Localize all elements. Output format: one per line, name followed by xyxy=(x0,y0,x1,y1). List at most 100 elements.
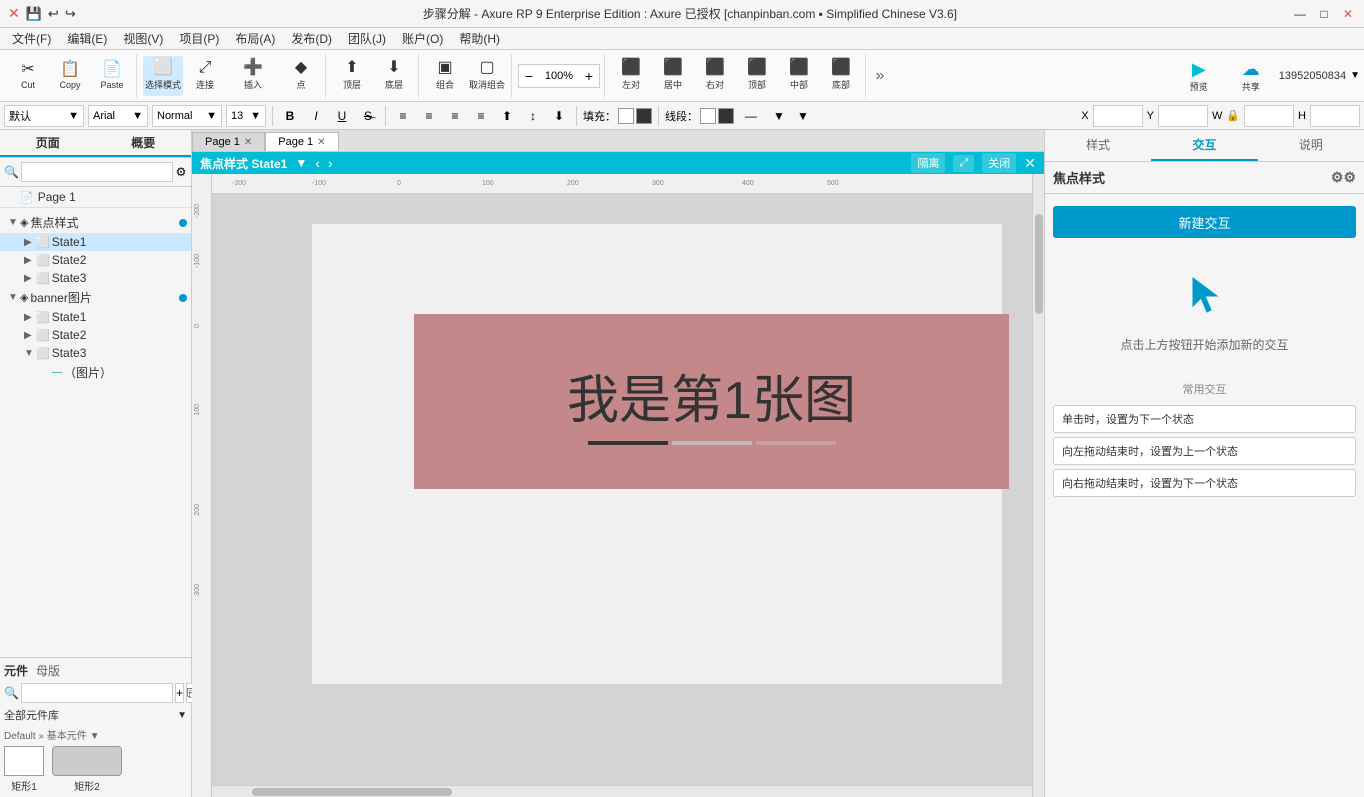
strike-button[interactable]: S̶ xyxy=(357,105,379,127)
text-align-center-button[interactable]: ≡ xyxy=(418,105,440,127)
canvas-tab-close-1[interactable]: ✕ xyxy=(244,137,252,148)
text-align-left-button[interactable]: ≡ xyxy=(392,105,414,127)
canvas-vscroll-thumb[interactable] xyxy=(1035,214,1043,314)
menu-publish[interactable]: 发布(D) xyxy=(283,28,340,49)
left-search-input[interactable] xyxy=(21,162,173,182)
banner-widget[interactable]: 我是第1张图 xyxy=(414,314,1009,489)
canvas-tab-close-2[interactable]: ✕ xyxy=(317,137,325,148)
line-weight-button[interactable]: ▼ xyxy=(768,105,790,127)
ungroup-button[interactable]: ▢ 取消组合 xyxy=(467,56,507,96)
text-valign-middle-button[interactable]: ↕ xyxy=(522,105,544,127)
tree-image-item[interactable]: — （图片） xyxy=(0,362,191,383)
canvas-hscrollbar[interactable] xyxy=(212,785,1032,797)
share-button[interactable]: ☁ 共享 xyxy=(1227,54,1275,98)
comp-library-arrow[interactable]: ▼ xyxy=(177,710,187,721)
y-input[interactable] xyxy=(1158,105,1208,127)
align-top-button[interactable]: ⬛ 顶部 xyxy=(737,56,777,96)
bottom-layer-button[interactable]: ⬇ 底层 xyxy=(374,56,414,96)
menu-account[interactable]: 账户(O) xyxy=(394,28,451,49)
fill-color-box2[interactable] xyxy=(636,108,652,124)
tree-group-banner[interactable]: ▼ ◈ banner图片 xyxy=(0,287,191,308)
menu-layout[interactable]: 布局(A) xyxy=(227,28,283,49)
tab-style[interactable]: 样式 xyxy=(1045,130,1151,161)
tree-banner-state1[interactable]: ▶ ⬜ State1 xyxy=(0,308,191,326)
insert-button[interactable]: ➕ 插入 xyxy=(227,56,279,96)
x-input[interactable] xyxy=(1093,105,1143,127)
comp-item-rect1[interactable]: 矩形1 xyxy=(4,746,44,793)
menu-view[interactable]: 视图(V) xyxy=(115,28,171,49)
menu-team[interactable]: 团队(J) xyxy=(340,28,394,49)
menu-project[interactable]: 项目(P) xyxy=(171,28,227,49)
point-button[interactable]: ◆ 点 xyxy=(281,56,321,96)
group-button[interactable]: ▣ 组合 xyxy=(425,56,465,96)
align-center-button[interactable]: ⬛ 居中 xyxy=(653,56,693,96)
style-dropdown[interactable]: 默认 ▼ xyxy=(4,105,84,127)
phone-dropdown-icon[interactable]: ▼ xyxy=(1350,70,1360,81)
maximize-button[interactable]: □ xyxy=(1316,6,1332,22)
tree-group-focal-style[interactable]: ▼ ◈ 焦点样式 xyxy=(0,212,191,233)
zoom-out-button[interactable]: − xyxy=(519,64,539,88)
canvas-header-dropdown-arrow[interactable]: ▼ xyxy=(295,156,307,170)
close-component-button[interactable]: 关闭 xyxy=(982,153,1016,173)
font-family-dropdown[interactable]: Arial ▼ xyxy=(88,105,148,127)
tree-banner-state2[interactable]: ▶ ⬜ State2 xyxy=(0,326,191,344)
save-icon[interactable]: 💾 xyxy=(26,6,42,22)
comp-add-button[interactable]: + xyxy=(175,683,184,703)
filter-icon[interactable]: ⚙ xyxy=(175,162,187,182)
comp-search-input[interactable] xyxy=(21,683,173,703)
bold-button[interactable]: B xyxy=(279,105,301,127)
tab-notes[interactable]: 说明 xyxy=(1258,130,1364,161)
redo-icon[interactable]: ↪ xyxy=(65,6,76,22)
preview-button[interactable]: ▶ 预览 xyxy=(1175,54,1223,98)
isolate-button[interactable]: 隔离 xyxy=(911,153,945,173)
tab-pages[interactable]: 页面 xyxy=(0,130,96,157)
comp-tab-widgets[interactable]: 元件 xyxy=(4,662,28,679)
undo-icon[interactable]: ↩ xyxy=(48,6,59,22)
window-close-button[interactable]: ✕ xyxy=(1340,6,1356,22)
paste-button[interactable]: 📄 Paste xyxy=(92,56,132,96)
interaction-item-2[interactable]: 向左拖动结束时，设置为上一个状态 xyxy=(1053,437,1356,465)
cut-button[interactable]: ✂ Cut xyxy=(8,56,48,96)
canvas-header-nav-right[interactable]: › xyxy=(328,155,333,171)
text-align-justify-button[interactable]: ≡ xyxy=(470,105,492,127)
canvas-header-close-icon[interactable]: ✕ xyxy=(1024,155,1036,172)
tab-outline[interactable]: 概要 xyxy=(96,130,192,157)
canvas-vscrollbar[interactable] xyxy=(1032,174,1044,797)
align-left-button[interactable]: ⬛ 左对 xyxy=(611,56,651,96)
canvas-content[interactable]: 我是第1张图 xyxy=(212,194,1032,785)
italic-button[interactable]: I xyxy=(305,105,327,127)
canvas-tab-page1-first[interactable]: Page 1 ✕ xyxy=(192,132,265,151)
copy-button[interactable]: 📋 Copy xyxy=(50,56,90,96)
canvas-header-nav-left[interactable]: ‹ xyxy=(315,155,320,171)
tree-banner-state3[interactable]: ▼ ⬜ State3 xyxy=(0,344,191,362)
settings-icon[interactable]: ⚙⚙ xyxy=(1331,169,1356,186)
tree-state1-focal[interactable]: ▶ ⬜ State1 xyxy=(0,233,191,251)
tab-interaction[interactable]: 交互 xyxy=(1151,130,1257,161)
menu-help[interactable]: 帮助(H) xyxy=(451,28,508,49)
align-right-button[interactable]: ⬛ 右对 xyxy=(695,56,735,96)
interaction-item-3[interactable]: 向右拖动结束时，设置为下一个状态 xyxy=(1053,469,1356,497)
close-icon[interactable]: ✕ xyxy=(8,5,20,22)
zoom-in-button[interactable]: + xyxy=(579,64,599,88)
text-style-dropdown[interactable]: Normal ▼ xyxy=(152,105,222,127)
more-toolbar-button[interactable]: » xyxy=(868,64,892,88)
tree-state3-focal[interactable]: ▶ ⬜ State3 xyxy=(0,269,191,287)
text-valign-bottom-button[interactable]: ⬇ xyxy=(548,105,570,127)
select-mode-button[interactable]: ⬜ 选择模式 xyxy=(143,56,183,96)
zoom-value[interactable]: 100% xyxy=(539,70,579,82)
font-size-dropdown[interactable]: 13 ▼ xyxy=(226,105,266,127)
menu-file[interactable]: 文件(F) xyxy=(4,28,59,49)
comp-tab-masters[interactable]: 母版 xyxy=(36,662,60,679)
text-align-right-button[interactable]: ≡ xyxy=(444,105,466,127)
new-interaction-button[interactable]: 新建交互 xyxy=(1053,206,1356,238)
page-item[interactable]: 📄 Page 1 xyxy=(0,187,191,208)
line-color-box2[interactable] xyxy=(718,108,734,124)
menu-edit[interactable]: 编辑(E) xyxy=(59,28,115,49)
align-middle-button[interactable]: ⬛ 中部 xyxy=(779,56,819,96)
underline-button[interactable]: U xyxy=(331,105,353,127)
minimize-button[interactable]: — xyxy=(1292,6,1308,22)
top-layer-button[interactable]: ⬆ 顶层 xyxy=(332,56,372,96)
align-bottom-button[interactable]: ⬛ 底部 xyxy=(821,56,861,96)
connect-button[interactable]: ⤢ 连接 xyxy=(185,56,225,96)
h-input[interactable] xyxy=(1310,105,1360,127)
